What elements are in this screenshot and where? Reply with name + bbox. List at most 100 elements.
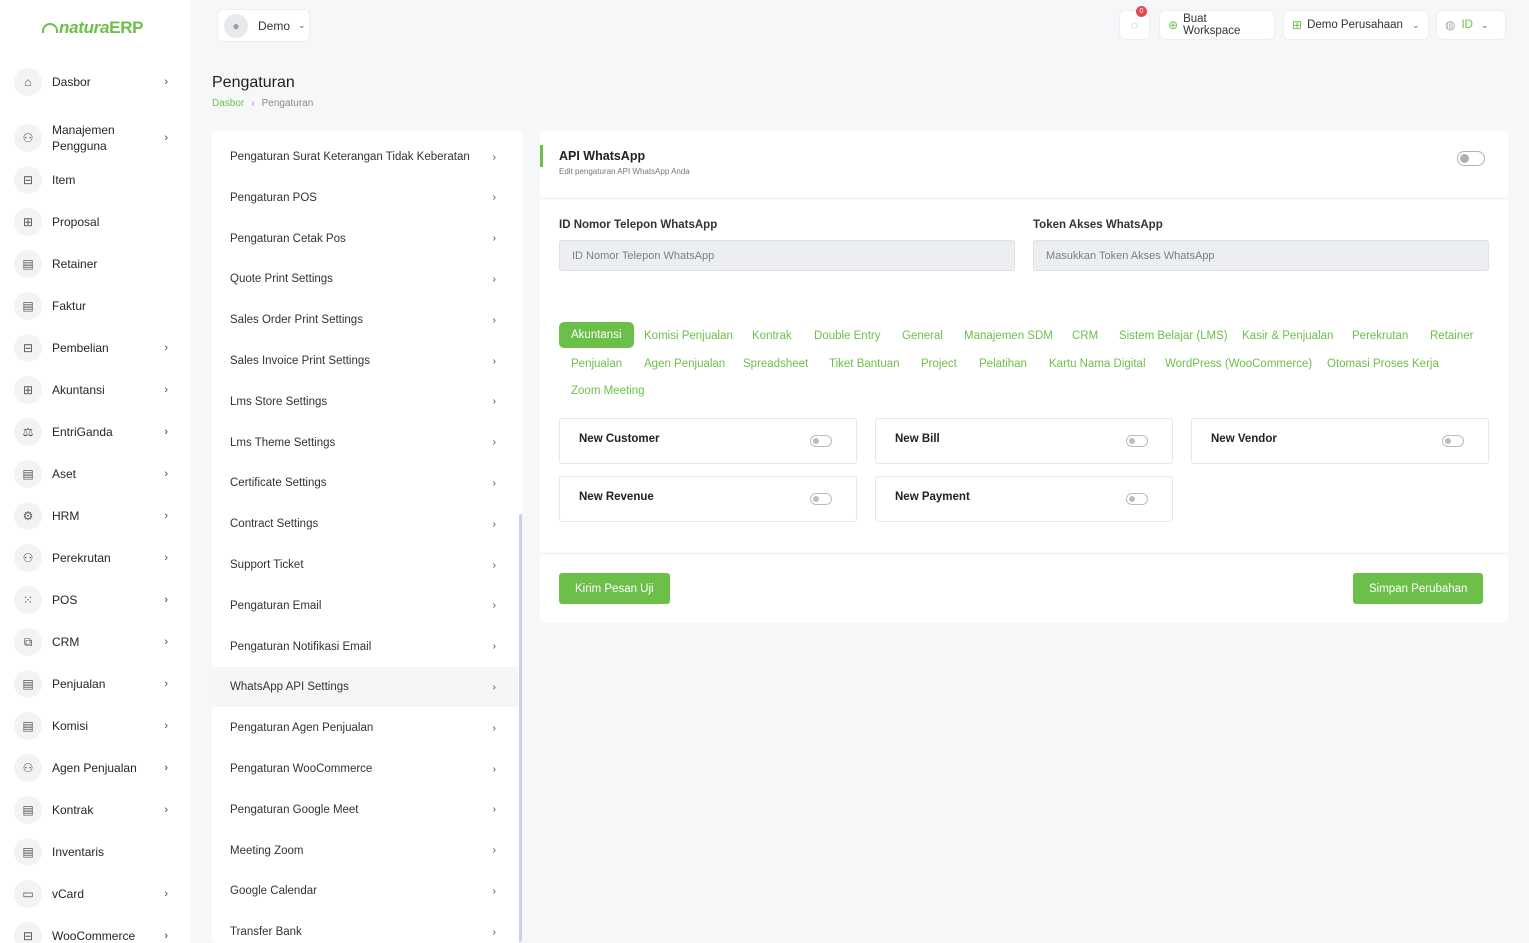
notification-toggle[interactable] [810, 435, 832, 447]
scrollbar[interactable] [519, 514, 522, 943]
settings-menu-item[interactable]: WhatsApp API Settings › [212, 667, 518, 708]
settings-menu-item[interactable]: Pengaturan Google Meet › [212, 790, 518, 830]
sidebar-item-retainer[interactable]: ▤ Retainer [14, 250, 180, 278]
module-tab[interactable]: Tiket Bantuan [829, 358, 900, 370]
module-tab[interactable]: Komisi Penjualan [644, 330, 733, 342]
settings-menu-item[interactable]: Pengaturan Agen Penjualan › [212, 708, 518, 748]
phone-id-input[interactable] [559, 240, 1015, 271]
breadcrumb-link-dasbor[interactable]: Dasbor [212, 98, 244, 109]
sidebar-item-label: Manajemen Pengguna [52, 123, 115, 153]
settings-menu-item-label: Pengaturan WooCommerce [230, 763, 373, 775]
module-tab[interactable]: Retainer [1430, 330, 1473, 342]
settings-menu-item[interactable]: Pengaturan POS › [212, 178, 518, 218]
sidebar-item-dasbor[interactable]: ⌂ Dasbor › [14, 68, 180, 96]
settings-menu-item[interactable]: Lms Theme Settings › [212, 423, 518, 463]
notification-toggle[interactable] [1442, 435, 1464, 447]
user-plus-icon: ⚇ [14, 544, 42, 572]
module-tab[interactable]: Kartu Nama Digital [1049, 358, 1146, 370]
sidebar-item-vcard[interactable]: ▭ vCard › [14, 880, 180, 908]
settings-menu-item[interactable]: Sales Order Print Settings › [212, 300, 518, 340]
module-tab[interactable]: Penjualan [571, 358, 622, 370]
sidebar-item-penjualan[interactable]: ▤ Penjualan › [14, 670, 180, 698]
settings-menu-item[interactable]: Google Calendar › [212, 871, 518, 911]
settings-menu-item[interactable]: Quote Print Settings › [212, 259, 518, 299]
create-workspace-button[interactable]: ⊕ Buat Workspace [1159, 10, 1275, 40]
chevron-right-icon: › [492, 314, 496, 326]
settings-menu-item[interactable]: Pengaturan WooCommerce › [212, 749, 518, 789]
notification-label: New Customer [579, 433, 660, 445]
notification-toggle[interactable] [810, 493, 832, 505]
natura-erp-logo[interactable]: naturaERP [42, 18, 144, 38]
sidebar-item-faktur[interactable]: ▤ Faktur [14, 292, 180, 320]
settings-menu-item[interactable]: Pengaturan Notifikasi Email › [212, 627, 518, 667]
module-tab[interactable]: CRM [1072, 330, 1098, 342]
chevron-right-icon: › [164, 678, 168, 690]
user-menu[interactable]: ● Demo ⌄ [217, 9, 310, 42]
sidebar-item-aset[interactable]: ▤ Aset › [14, 460, 180, 488]
module-tab[interactable]: Zoom Meeting [571, 385, 645, 397]
settings-menu-item[interactable]: Pengaturan Surat Keterangan Tidak Kebera… [212, 137, 518, 177]
woocommerce-icon: ⊟ [14, 922, 42, 943]
sidebar-item-kontrak[interactable]: ▤ Kontrak › [14, 796, 180, 824]
agent-icon: ⚇ [14, 754, 42, 782]
sidebar-item-pembelian[interactable]: ⊟ Pembelian › [14, 334, 180, 362]
module-tab[interactable]: Otomasi Proses Kerja [1327, 358, 1439, 370]
settings-menu-item[interactable]: Certificate Settings › [212, 463, 518, 503]
module-tab[interactable]: Project [921, 358, 957, 370]
module-tab[interactable]: Pelatihan [979, 358, 1027, 370]
notification-toggle[interactable] [1126, 435, 1148, 447]
chevron-down-icon: ⌄ [1480, 19, 1489, 30]
company-selector[interactable]: ⊞ Demo Perusahaan ⌄ [1283, 10, 1429, 40]
sidebar-item-item[interactable]: ⊟ Item [14, 166, 180, 194]
sidebar-item-crm[interactable]: ⧉ CRM › [14, 628, 180, 656]
sidebar-item-inventaris[interactable]: ▤ Inventaris [14, 838, 180, 866]
settings-menu-item[interactable]: Sales Invoice Print Settings › [212, 341, 518, 381]
sidebar-item-akuntansi[interactable]: ⊞ Akuntansi › [14, 376, 180, 404]
access-token-input[interactable] [1033, 240, 1489, 271]
module-tab[interactable]: Perekrutan [1352, 330, 1408, 342]
sidebar-item-woocommerce[interactable]: ⊟ WooCommerce › [14, 922, 180, 943]
sidebar-item-agen-penjualan[interactable]: ⚇ Agen Penjualan › [14, 754, 180, 782]
language-selector[interactable]: ◍ ID ⌄ [1436, 10, 1506, 40]
module-tab[interactable]: Double Entry [814, 330, 880, 342]
chat-icon: ◌ [1130, 18, 1139, 32]
sidebar-item-hrm[interactable]: ⚙ HRM › [14, 502, 180, 530]
settings-menu-item[interactable]: Lms Store Settings › [212, 382, 518, 422]
whatsapp-enable-toggle[interactable] [1457, 151, 1485, 166]
module-tab[interactable]: Akuntansi [559, 322, 634, 348]
settings-menu-item[interactable]: Support Ticket › [212, 545, 518, 585]
module-tab[interactable]: Agen Penjualan [644, 358, 725, 370]
invoice-icon: ▤ [14, 292, 42, 320]
chevron-right-icon: › [492, 273, 496, 285]
settings-menu-item[interactable]: Pengaturan Email › [212, 586, 518, 626]
send-test-message-button[interactable]: Kirim Pesan Uji [559, 573, 670, 604]
sidebar-item-pos[interactable]: ⁙ POS › [14, 586, 180, 614]
sidebar-item-komisi[interactable]: ▤ Komisi › [14, 712, 180, 740]
module-tab[interactable]: Spreadsheet [743, 358, 808, 370]
sidebar-item-manajemen-pengguna[interactable]: ⚇ Manajemen Pengguna › [14, 118, 180, 158]
notification-toggle[interactable] [1126, 493, 1148, 505]
module-tab[interactable]: Manajemen SDM [964, 330, 1053, 342]
settings-menu-item[interactable]: Pengaturan Cetak Pos › [212, 219, 518, 259]
settings-menu-item-label: Certificate Settings [230, 477, 327, 490]
module-tab[interactable]: Sistem Belajar (LMS) [1119, 330, 1228, 342]
globe-icon: ◍ [1445, 18, 1456, 32]
settings-menu-item[interactable]: Contract Settings › [212, 504, 518, 544]
settings-menu-item[interactable]: Transfer Bank › [212, 912, 518, 943]
sidebar-item-label: HRM [52, 509, 80, 523]
module-tab[interactable]: WordPress (WooCommerce) [1165, 358, 1312, 370]
module-tab[interactable]: Kasir & Penjualan [1242, 330, 1333, 342]
settings-menu-item[interactable]: Meeting Zoom › [212, 831, 518, 871]
chevron-right-icon: › [164, 342, 168, 354]
sidebar-item-proposal[interactable]: ⊞ Proposal [14, 208, 180, 236]
save-changes-button[interactable]: Simpan Perubahan [1353, 573, 1484, 604]
contract-icon: ▤ [14, 796, 42, 824]
module-tab[interactable]: Kontrak [752, 330, 792, 342]
page-title: Pengaturan [212, 74, 295, 91]
settings-menu-item-label: Pengaturan Notifikasi Email [230, 640, 372, 653]
module-tab[interactable]: General [902, 330, 943, 342]
notifications-button[interactable]: ◌ 0 [1119, 6, 1150, 40]
sidebar-item-entriganda[interactable]: ⚖ EntriGanda › [14, 418, 180, 446]
sidebar-item-perekrutan[interactable]: ⚇ Perekrutan › [14, 544, 180, 572]
breadcrumb-separator-icon: › [251, 98, 255, 109]
